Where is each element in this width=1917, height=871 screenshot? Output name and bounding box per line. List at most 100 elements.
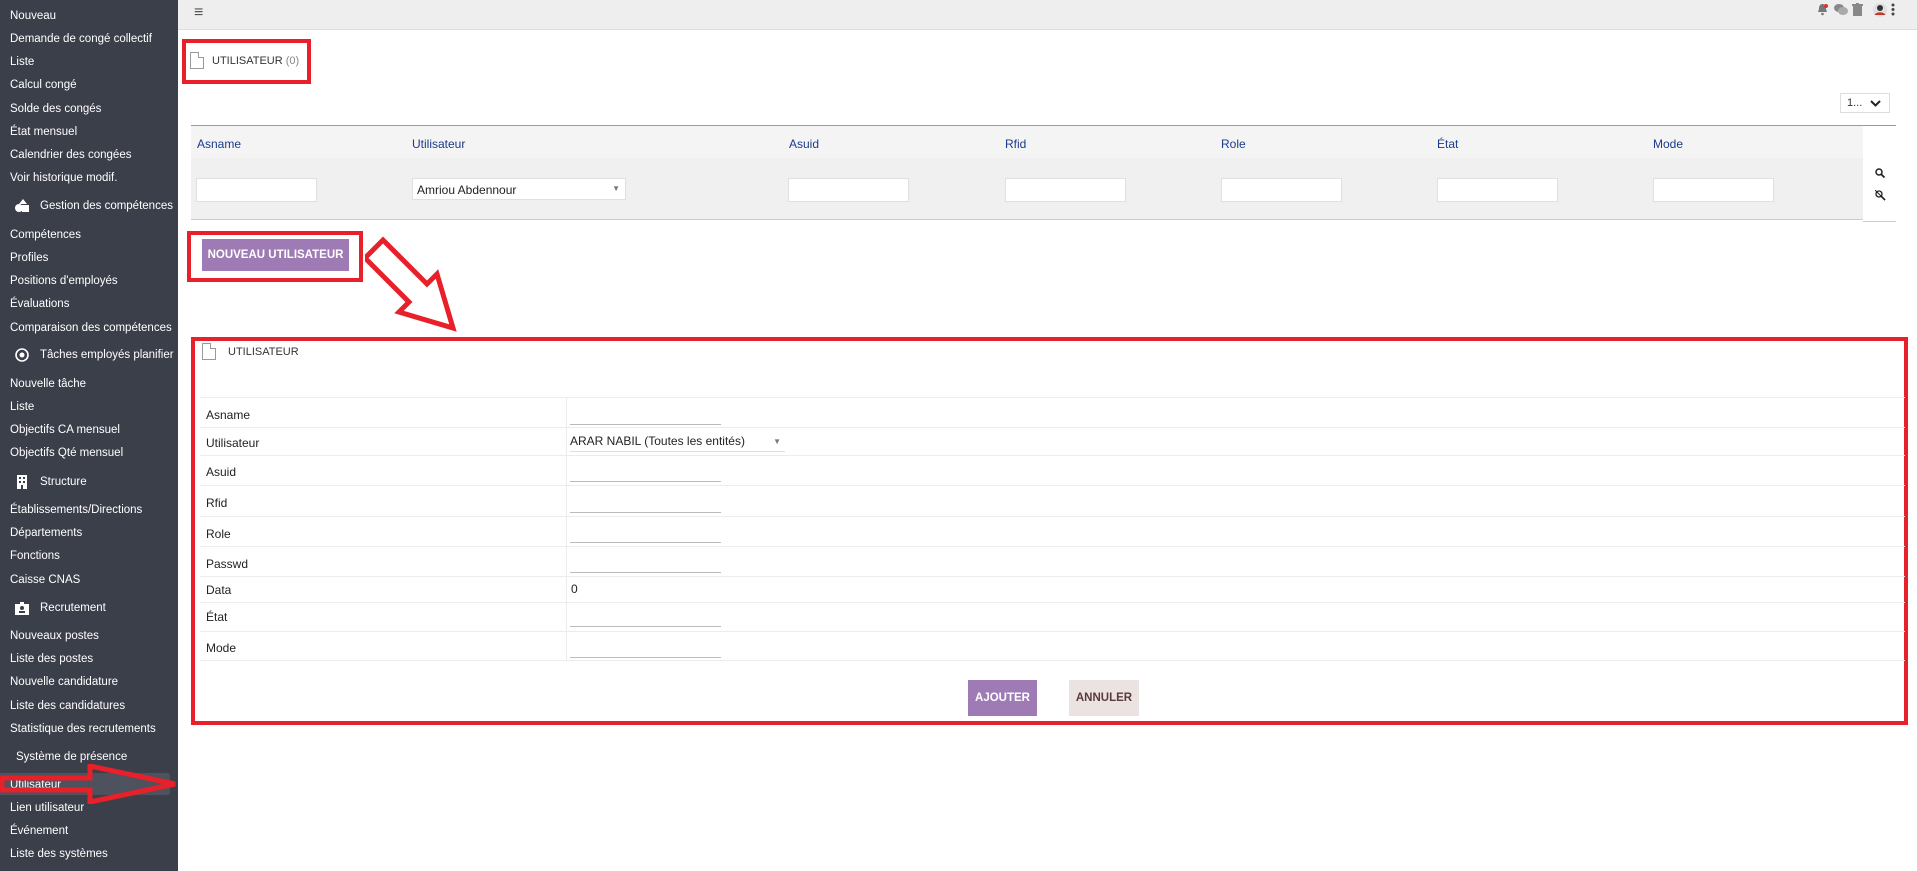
form-row-mode: Mode [200,631,1905,661]
more-vert-icon[interactable] [1891,3,1895,19]
column-header-utilisateur[interactable]: Utilisateur [412,137,465,151]
sidebar-item-liste-candidatures[interactable]: Liste des candidatures [10,699,125,713]
sidebar-item-objectifs-ca[interactable]: Objectifs CA mensuel [10,423,120,437]
sidebar-item-departements[interactable]: Départements [10,526,82,540]
column-header-asuid[interactable]: Asuid [789,137,819,151]
user-avatar-icon[interactable] [1873,3,1887,20]
annotation-arrow [365,236,457,332]
sidebar-item-objectifs-qte[interactable]: Objectifs Qté mensuel [10,446,123,460]
sidebar-item-nouvelle-tache[interactable]: Nouvelle tâche [10,377,86,391]
rfid-label: Rfid [206,496,228,510]
asuid-label: Asuid [206,465,237,479]
filter-asname-input[interactable] [196,178,317,202]
sidebar-section-recrutement[interactable]: Recrutement [14,600,106,616]
topbar: ≡ [178,0,1917,30]
sidebar-annotation-arrow [0,764,176,804]
sidebar-item-demande-conge-collectif[interactable]: Demande de congé collectif [10,32,152,46]
sidebar-item-solde-conges[interactable]: Solde des congés [10,102,101,116]
sidebar-item-liste-conges[interactable]: Liste [10,55,34,69]
sidebar-section-structure[interactable]: Structure [14,474,87,490]
data-label: Data [206,583,232,597]
sidebar-section-systeme-presence[interactable]: Système de présence [16,750,127,764]
filter-rfid-input[interactable] [1005,178,1126,202]
filter-mode-input[interactable] [1653,178,1774,202]
search-icon[interactable] [1875,168,1886,181]
sidebar-item-fonctions[interactable]: Fonctions [10,549,60,563]
utilisateur-select-value: ARAR NABIL (Toutes les entités) [570,434,745,448]
mode-label: Mode [206,641,237,655]
table-filter-row: Amriou Abdennour ▼ [191,158,1863,220]
sidebar-section-label: Structure [40,476,87,488]
bell-icon[interactable] [1816,3,1829,19]
sidebar-item-evenement[interactable]: Événement [10,824,68,838]
filter-role-input[interactable] [1221,178,1342,202]
sidebar-item-profiles[interactable]: Profiles [10,251,48,265]
sidebar-item-caisse-cnas[interactable]: Caisse CNAS [10,573,80,587]
trash-icon[interactable] [1852,3,1863,19]
form-row-asname: Asname [200,397,1905,427]
column-header-rfid[interactable]: Rfid [1005,137,1026,151]
asname-field[interactable] [570,403,721,425]
passwd-label: Passwd [206,557,249,571]
hamburger-menu-icon[interactable]: ≡ [194,4,203,22]
asname-label: Asname [206,408,251,422]
clear-search-icon[interactable] [1874,189,1886,204]
asuid-field[interactable] [570,460,721,482]
rfid-field[interactable] [570,491,721,513]
document-icon [190,52,204,69]
add-button[interactable]: AJOUTER [968,680,1037,716]
sidebar-item-evaluations[interactable]: Évaluations [10,297,69,311]
sidebar-section-gestion-competences[interactable]: Gestion des compétences [14,198,173,214]
filter-utilisateur-select[interactable]: Amriou Abdennour ▼ [412,178,626,200]
filter-etat-input[interactable] [1437,178,1558,202]
etat-field[interactable] [570,605,721,627]
sidebar-section-label: Recrutement [40,602,106,614]
page-selector-value: 1... [1847,97,1863,109]
utilisateur-select[interactable]: ARAR NABIL (Toutes les entités) ▼ [570,432,785,452]
list-count: (0) [285,54,300,67]
sidebar-item-nouveaux-postes[interactable]: Nouveaux postes [10,629,99,643]
role-label: Role [206,527,231,541]
chat-icon[interactable] [1834,3,1848,19]
chevron-down-icon [1870,96,1882,110]
sidebar-item-calcul-conge[interactable]: Calcul congé [10,78,76,92]
mode-field[interactable] [570,636,721,658]
column-header-mode[interactable]: Mode [1653,137,1683,151]
sidebar-section-label: Gestion des compétences [40,200,173,212]
etat-label: État [206,610,228,624]
sidebar-item-positions-employes[interactable]: Positions d'employés [10,274,118,288]
utilisateur-label: Utilisateur [206,436,260,450]
column-header-role[interactable]: Role [1221,137,1246,151]
passwd-field[interactable] [570,551,721,573]
page-selector[interactable]: 1... [1840,93,1890,113]
app-window: Nouveau Demande de congé collectif Liste… [0,0,1917,871]
column-header-asname[interactable]: Asname [197,137,241,151]
sidebar-section-label: Tâches employés planifier [40,349,174,361]
sidebar-item-comparaison-competences[interactable]: Comparaison des compétences [10,321,172,335]
form-row-asuid: Asuid [200,455,1905,485]
sidebar-item-historique-modif[interactable]: Voir historique modif. [10,171,117,185]
sidebar-item-liste-postes[interactable]: Liste des postes [10,652,93,666]
filter-utilisateur-value: Amriou Abdennour [417,183,517,197]
list-title: UTILISATEUR (0) [190,52,299,69]
cancel-button[interactable]: ANNULER [1069,680,1139,716]
sidebar-item-etat-mensuel[interactable]: État mensuel [10,125,77,139]
filter-asuid-input[interactable] [788,178,909,202]
caret-down-icon: ▼ [612,184,620,193]
data-value: 0 [571,582,578,596]
column-header-etat[interactable]: État [1437,137,1458,151]
shapes-icon [14,198,30,214]
role-field[interactable] [570,521,721,543]
sidebar-item-calendrier-conges[interactable]: Calendrier des congées [10,148,131,162]
sidebar-item-nouvelle-candidature[interactable]: Nouvelle candidature [10,675,118,689]
sidebar-item-statistique-recrutements[interactable]: Statistique des recrutements [10,722,156,736]
sidebar-item-nouveau[interactable]: Nouveau [10,9,56,23]
sidebar-item-liste-taches[interactable]: Liste [10,400,34,414]
sidebar-section-taches[interactable]: Tâches employés planifier [14,347,174,363]
sidebar-item-etablissements[interactable]: Établissements/Directions [10,503,142,517]
caret-down-icon: ▼ [773,437,781,446]
new-user-button[interactable]: NOUVEAU UTILISATEUR [202,239,349,271]
sidebar-item-competences[interactable]: Compétences [10,228,81,242]
sidebar-item-liste-systemes[interactable]: Liste des systèmes [10,847,108,861]
form-row-utilisateur: Utilisateur [200,427,1905,455]
